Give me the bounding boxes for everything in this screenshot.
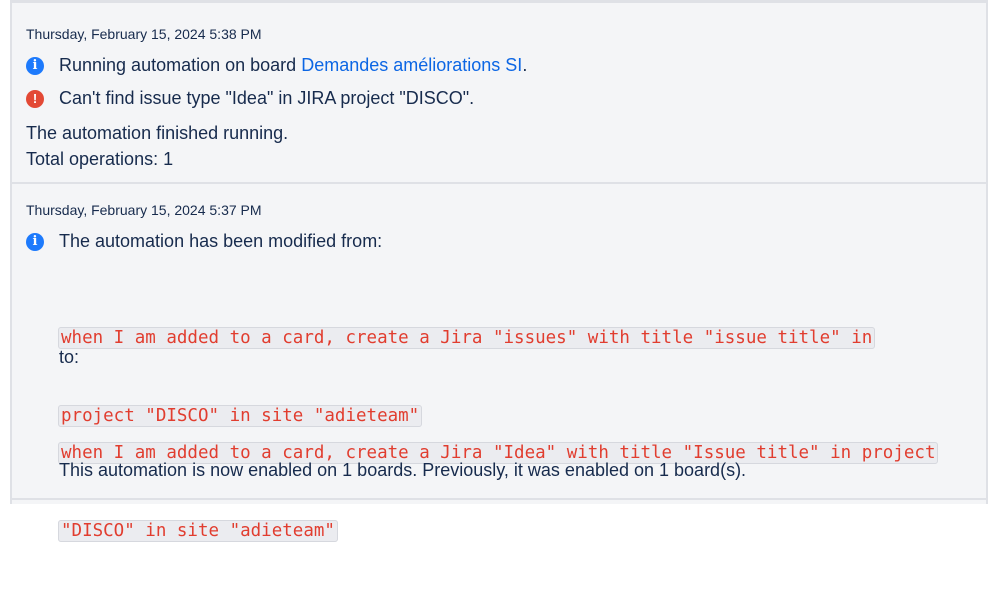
summary-finished: The automation finished running. <box>26 123 289 143</box>
log-entry: Thursday, February 15, 2024 5:38 PM i Ru… <box>12 0 986 182</box>
entry-timestamp: Thursday, February 15, 2024 5:38 PM <box>26 26 262 42</box>
log-text: Can't find issue type "Idea" in JIRA pro… <box>59 88 475 108</box>
info-icon: i <box>26 56 44 75</box>
summary-total: Total operations: 1 <box>26 149 174 169</box>
code-line: when I am added to a card, create a Jira… <box>58 327 876 349</box>
log-line-modified: i The automation has been modified from: <box>26 231 382 252</box>
log-line-running: i Running automation on board Demandes a… <box>26 55 527 76</box>
code-line: "DISCO" in site "adieteam" <box>58 520 338 542</box>
code-to: when I am added to a card, create a Jira… <box>58 388 939 596</box>
log-text: Running automation on board <box>59 55 297 75</box>
automation-log-panel: Thursday, February 15, 2024 5:38 PM i Ru… <box>10 0 988 542</box>
board-link[interactable]: Demandes améliorations SI <box>301 55 522 76</box>
enabled-footer: This automation is now enabled on 1 boar… <box>59 460 747 480</box>
info-icon: i <box>26 232 44 251</box>
divider <box>12 498 986 500</box>
entry-timestamp: Thursday, February 15, 2024 5:37 PM <box>26 202 262 218</box>
log-suffix: . <box>522 55 528 75</box>
to-label: to: <box>59 347 80 367</box>
log-line-error: ! Can't find issue type "Idea" in JIRA p… <box>26 88 474 109</box>
log-text: The automation has been modified from: <box>59 231 383 251</box>
error-icon: ! <box>26 89 44 108</box>
log-entry: Thursday, February 15, 2024 5:37 PM i Th… <box>12 182 986 542</box>
